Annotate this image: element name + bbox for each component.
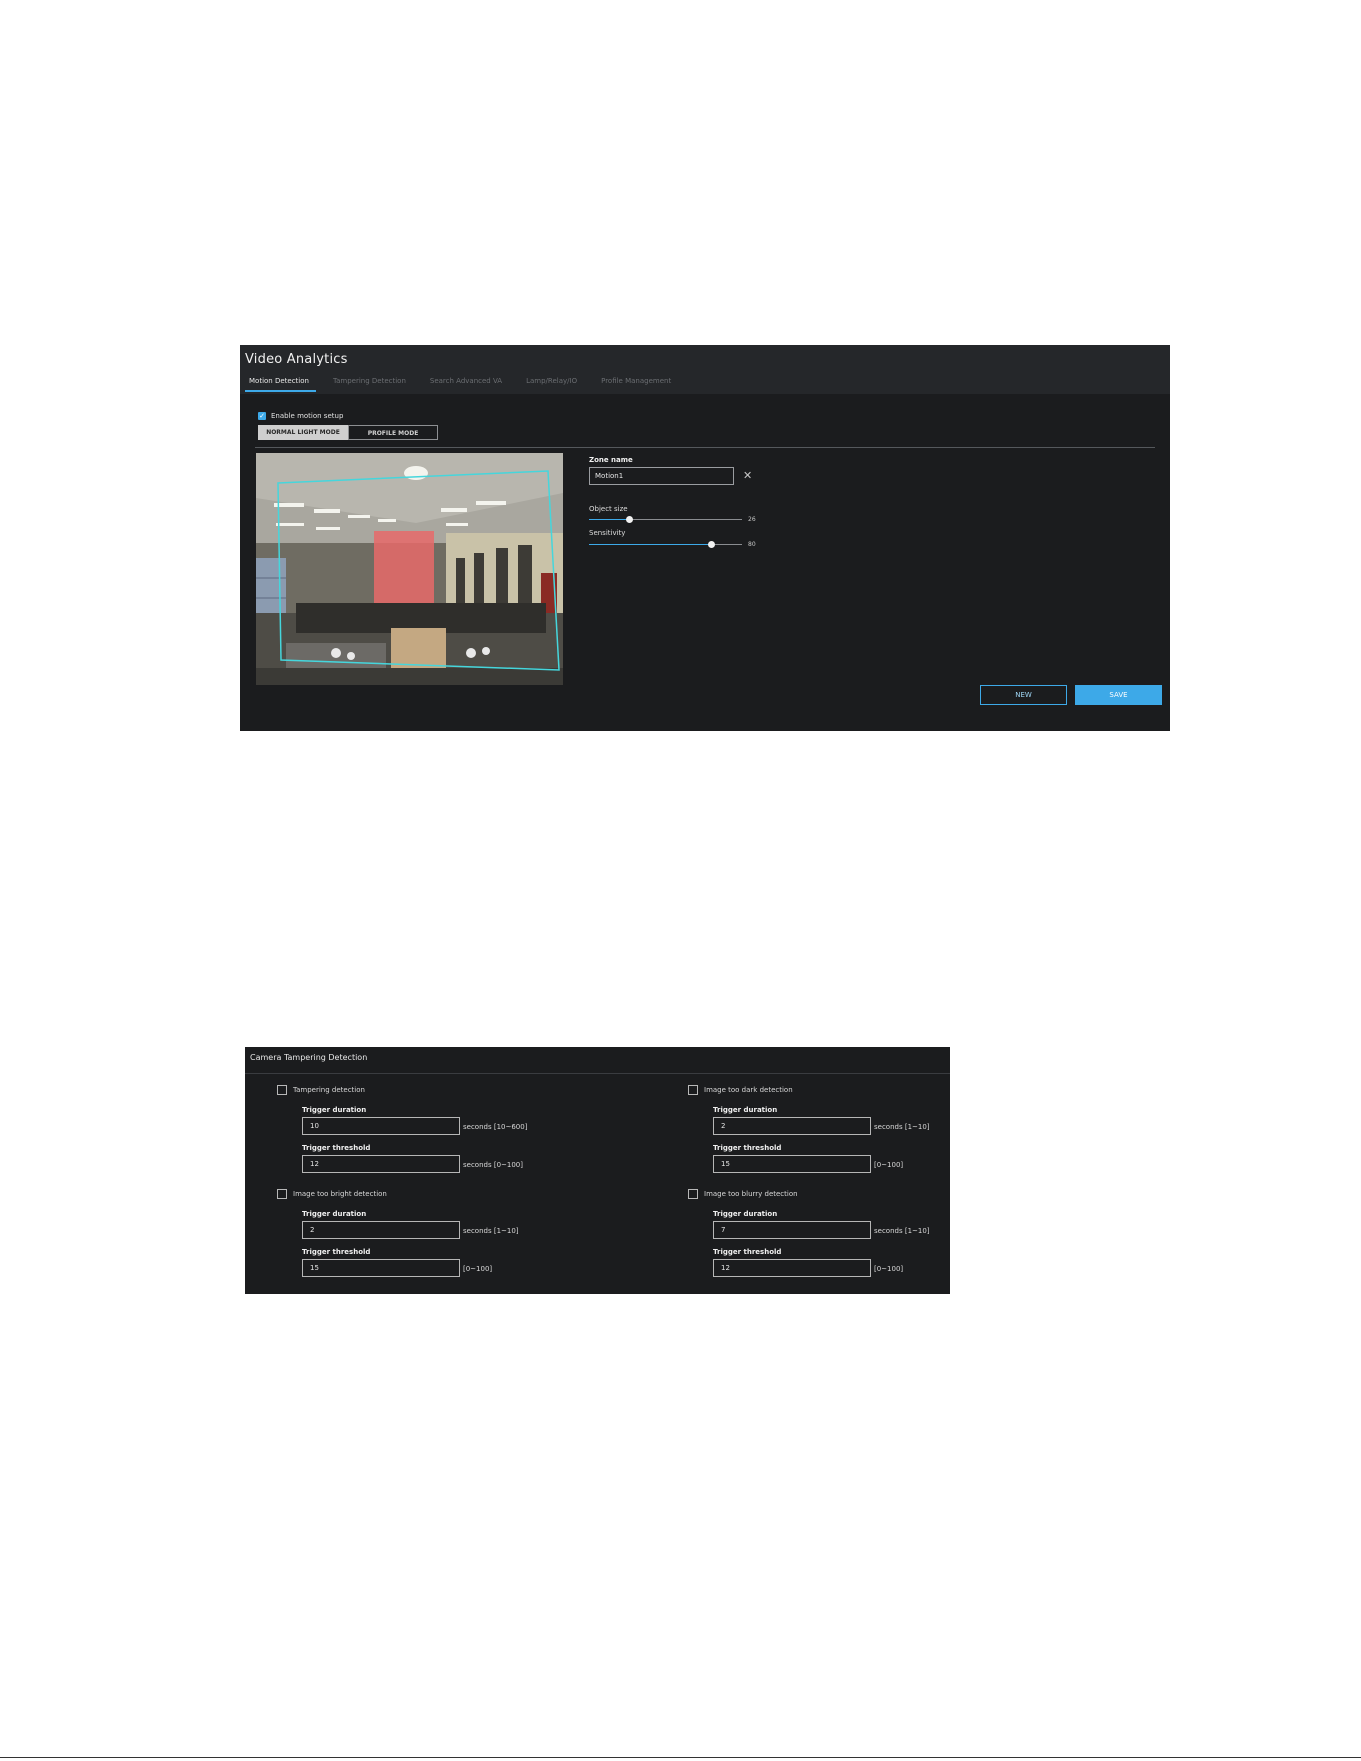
trigger-threshold-range: [0~100] (463, 1265, 493, 1273)
object-size-handle[interactable] (625, 516, 633, 523)
object-size-value: 26 (748, 516, 756, 523)
enable-motion-row: ✓ Enable motion setup (258, 412, 343, 420)
trigger-duration-label: Trigger duration (302, 1210, 367, 1218)
image-too-blurry-checkbox[interactable] (688, 1189, 698, 1199)
video-analytics-panel: Video Analytics Motion Detection Tamperi… (240, 345, 1170, 731)
image-too-blurry-label: Image too blurry detection (704, 1190, 798, 1198)
trigger-duration-input[interactable] (713, 1221, 871, 1239)
camera-live-view[interactable] (256, 453, 563, 685)
sensitivity-fill (589, 544, 712, 545)
page-title: Video Analytics (245, 352, 348, 367)
sensitivity-label: Sensitivity (589, 529, 626, 537)
object-size-fill (589, 519, 629, 520)
enable-motion-checkbox[interactable]: ✓ (258, 412, 266, 420)
normal-light-mode-button[interactable]: NORMAL LIGHT MODE (258, 425, 348, 440)
profile-mode-button[interactable]: PROFILE MODE (348, 425, 438, 440)
trigger-threshold-input[interactable] (302, 1155, 460, 1173)
sensitivity-value: 80 (748, 541, 756, 548)
close-icon[interactable]: ✕ (743, 469, 752, 482)
trigger-duration-input[interactable] (713, 1117, 871, 1135)
trigger-duration-range: seconds [1~10] (874, 1227, 930, 1235)
divider (255, 447, 1155, 448)
save-button[interactable]: SAVE (1075, 685, 1162, 705)
image-too-dark-checkbox[interactable] (688, 1085, 698, 1095)
tampering-detection-checkbox[interactable] (277, 1085, 287, 1095)
trigger-duration-range: seconds [1~10] (874, 1123, 930, 1131)
divider (245, 1073, 950, 1074)
image-too-bright-checkbox[interactable] (277, 1189, 287, 1199)
tab-search-advanced-va[interactable]: Search Advanced VA (426, 375, 509, 392)
trigger-threshold-label: Trigger threshold (302, 1248, 371, 1256)
trigger-duration-label: Trigger duration (713, 1106, 778, 1114)
trigger-duration-input[interactable] (302, 1221, 460, 1239)
trigger-threshold-input[interactable] (713, 1259, 871, 1277)
camera-scene-image (256, 453, 563, 685)
panel-title: Camera Tampering Detection (250, 1053, 368, 1062)
object-size-label: Object size (589, 505, 628, 513)
trigger-duration-label: Trigger duration (713, 1210, 778, 1218)
trigger-threshold-input[interactable] (302, 1259, 460, 1277)
trigger-duration-range: seconds [1~10] (463, 1227, 519, 1235)
image-too-dark-label: Image too dark detection (704, 1086, 793, 1094)
trigger-threshold-label: Trigger threshold (713, 1248, 782, 1256)
tab-profile-management[interactable]: Profile Management (597, 375, 678, 392)
tampering-detection-label: Tampering detection (293, 1086, 365, 1094)
sensitivity-slider[interactable] (589, 541, 742, 548)
tab-motion-detection[interactable]: Motion Detection (245, 375, 316, 392)
sensitivity-handle[interactable] (708, 541, 716, 548)
camera-tampering-panel: Camera Tampering Detection Tampering det… (245, 1047, 950, 1294)
trigger-duration-input[interactable] (302, 1117, 460, 1135)
trigger-threshold-range: [0~100] (874, 1265, 904, 1273)
zone-name-input[interactable] (589, 467, 734, 485)
trigger-duration-range: seconds [10~600] (463, 1123, 528, 1131)
object-size-slider[interactable] (589, 516, 742, 523)
zone-name-label: Zone name (589, 456, 633, 464)
trigger-threshold-range: seconds [0~100] (463, 1161, 523, 1169)
trigger-threshold-range: [0~100] (874, 1161, 904, 1169)
tab-tampering-detection[interactable]: Tampering Detection (329, 375, 413, 392)
mode-selector: NORMAL LIGHT MODE PROFILE MODE (258, 425, 438, 440)
image-too-bright-label: Image too bright detection (293, 1190, 387, 1198)
new-button[interactable]: NEW (980, 685, 1067, 705)
trigger-threshold-input[interactable] (713, 1155, 871, 1173)
video-analytics-header: Video Analytics Motion Detection Tamperi… (240, 345, 1170, 394)
enable-motion-label: Enable motion setup (271, 412, 344, 420)
trigger-threshold-label: Trigger threshold (302, 1144, 371, 1152)
trigger-threshold-label: Trigger threshold (713, 1144, 782, 1152)
trigger-duration-label: Trigger duration (302, 1106, 367, 1114)
tab-lamp-relay-io[interactable]: Lamp/Relay/IO (522, 375, 584, 392)
footer-rule (0, 1757, 1361, 1758)
tab-bar: Motion Detection Tampering Detection Sea… (245, 375, 691, 392)
